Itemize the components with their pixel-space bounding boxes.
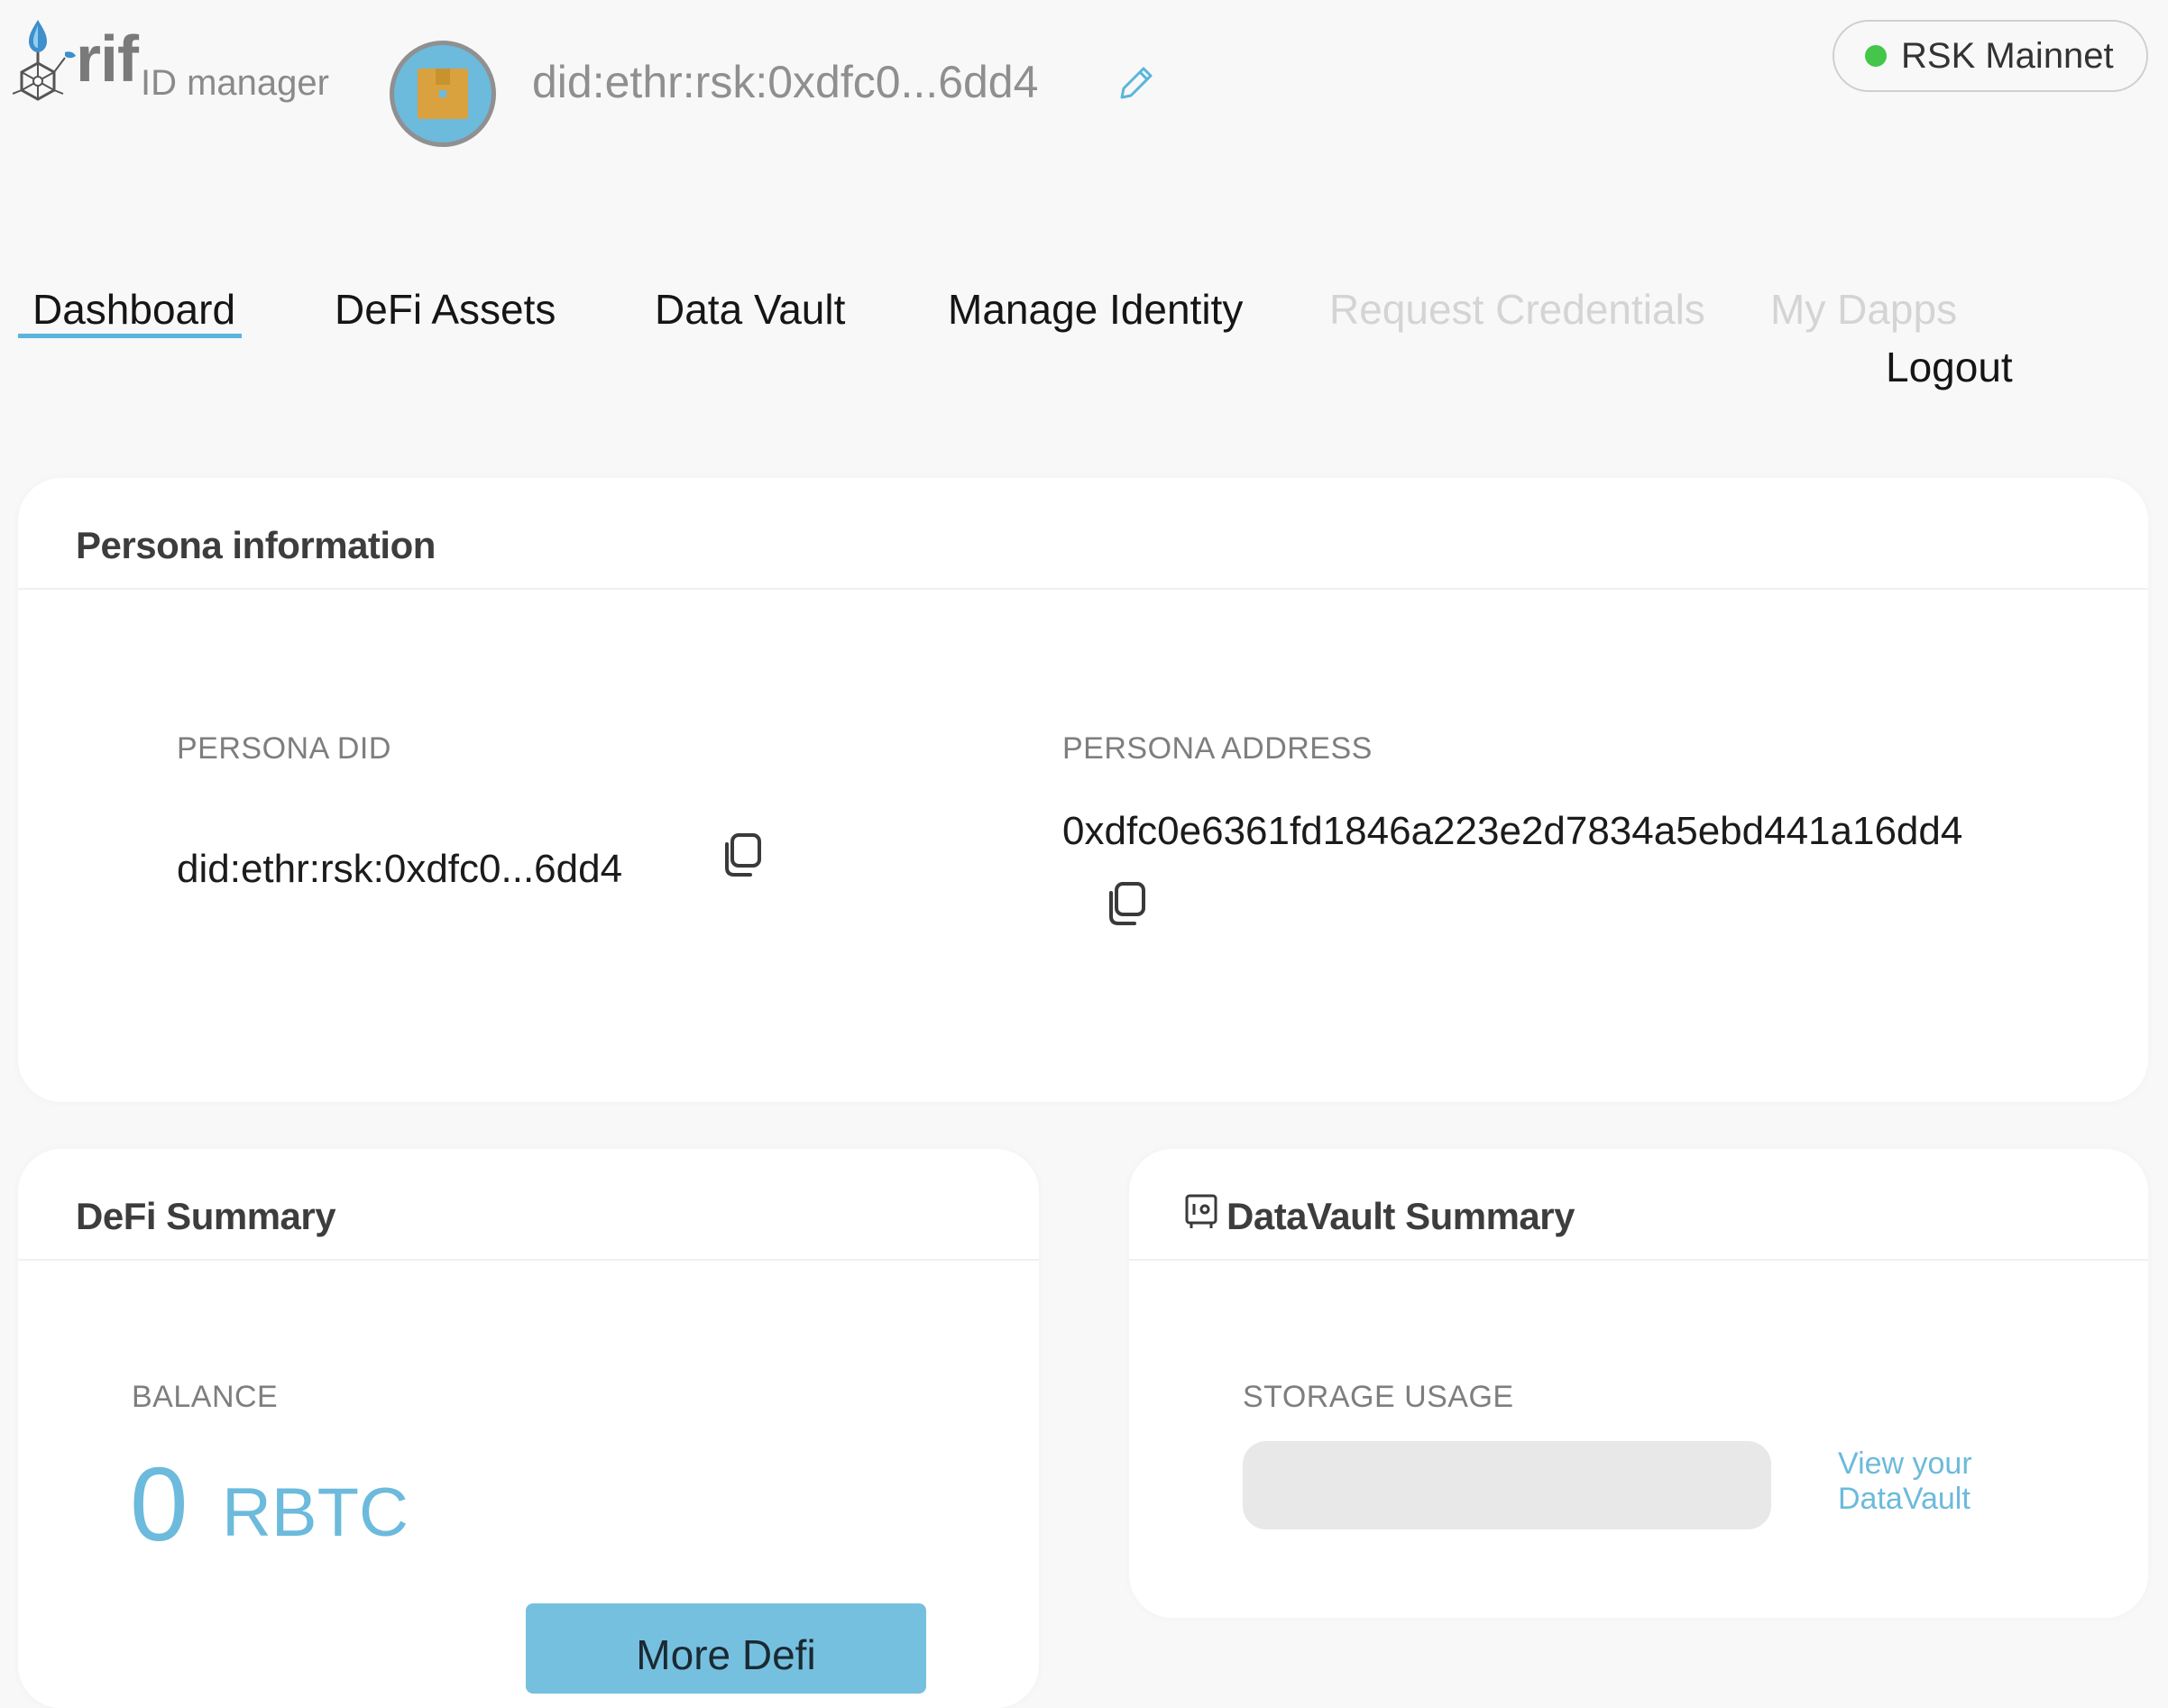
- storage-usage-bar: [1243, 1441, 1771, 1529]
- persona-did-label: PERSONA DID: [177, 731, 391, 766]
- persona-address-label: PERSONA ADDRESS: [1062, 731, 1373, 766]
- tab-dashboard[interactable]: Dashboard: [32, 289, 235, 330]
- copy-address-icon[interactable]: [1102, 880, 1149, 927]
- datavault-card-divider: [1129, 1259, 2148, 1261]
- persona-did-value: did:ethr:rsk:0xdfc0...6dd4: [177, 847, 623, 891]
- avatar[interactable]: [390, 41, 496, 147]
- balance-value: 0: [130, 1446, 188, 1563]
- logout-link[interactable]: Logout: [1886, 346, 2013, 388]
- logo-product: ID manager: [141, 63, 329, 103]
- header-persona-did: did:ethr:rsk:0xdfc0...6dd4: [532, 57, 1039, 107]
- vault-icon: [1185, 1194, 1217, 1235]
- balance-unit: RBTC: [222, 1474, 409, 1551]
- network-label: RSK Mainnet: [1901, 35, 2114, 76]
- persona-address-value: 0xdfc0e6361fd1846a223e2d7834a5ebd441a16d…: [1062, 809, 1963, 853]
- view-datavault-link[interactable]: View your DataVault: [1838, 1446, 2018, 1517]
- balance-label: BALANCE: [132, 1380, 279, 1414]
- storage-usage-label: STORAGE USAGE: [1243, 1380, 1514, 1414]
- network-status-dot: [1865, 45, 1887, 67]
- persona-card-divider: [18, 588, 2148, 590]
- persona-card-title: Persona information: [76, 524, 436, 566]
- active-tab-indicator: [18, 334, 242, 338]
- box-icon: [418, 69, 468, 119]
- defi-card-divider: [18, 1259, 1039, 1261]
- tab-data-vault[interactable]: Data Vault: [655, 289, 845, 330]
- network-selector[interactable]: RSK Mainnet: [1833, 20, 2148, 92]
- rif-logo-icon: [13, 20, 76, 101]
- persona-card: [18, 478, 2148, 1102]
- tab-defi-assets[interactable]: DeFi Assets: [335, 289, 556, 330]
- copy-did-icon[interactable]: [718, 831, 765, 878]
- more-defi-button[interactable]: More Defi: [526, 1603, 926, 1694]
- datavault-summary-title: DataVault Summary: [1226, 1195, 1575, 1237]
- tab-my-dapps[interactable]: My Dapps: [1770, 289, 1957, 330]
- defi-summary-title: DeFi Summary: [76, 1195, 336, 1237]
- tab-manage-identity[interactable]: Manage Identity: [948, 289, 1243, 330]
- tab-request-credentials[interactable]: Request Credentials: [1329, 289, 1705, 330]
- pencil-icon[interactable]: [1116, 63, 1156, 103]
- logo-brand: rif: [76, 23, 139, 96]
